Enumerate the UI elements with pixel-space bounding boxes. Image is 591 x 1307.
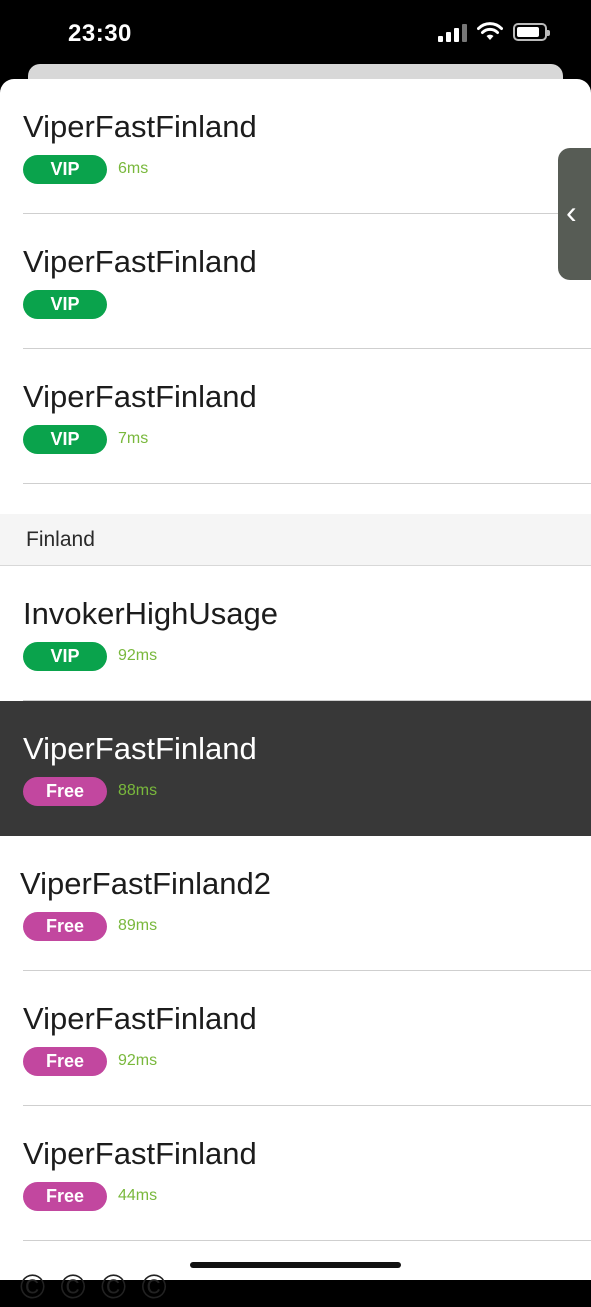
vip-badge: VIP (23, 425, 107, 454)
status-icons (438, 22, 550, 42)
status-bar: 23:30 (0, 0, 591, 72)
vip-badge: VIP (23, 642, 107, 671)
section-title: Finland (26, 528, 95, 551)
server-row[interactable]: ViperFastFinland Free 44ms (0, 1106, 591, 1241)
ping-value: 44ms (118, 1187, 158, 1204)
server-row[interactable]: ViperFastFinland VIP 6ms (0, 79, 591, 214)
server-list-sheet[interactable]: ViperFastFinland VIP 6ms ViperFastFinlan… (0, 79, 591, 1280)
ping-value: 6ms (118, 160, 149, 177)
server-name: ViperFastFinland (23, 109, 257, 144)
free-badge: Free (23, 1047, 107, 1076)
ping-value: 89ms (118, 917, 158, 934)
list-spacer (0, 484, 591, 514)
ping-value: 92ms (118, 647, 158, 664)
ping-value: 88ms (118, 782, 158, 799)
server-name: InvokerHighUsage (23, 596, 279, 631)
chevron-left-icon: ‹ (566, 194, 577, 230)
vip-badge: VIP (23, 290, 107, 319)
server-row[interactable]: ViperFastFinland VIP 7ms (0, 349, 591, 484)
free-badge: Free (23, 1182, 107, 1211)
free-badge: Free (23, 912, 107, 941)
side-drawer-handle[interactable]: ‹ (558, 148, 591, 280)
server-row[interactable]: ViperFastFinland2 Free 89ms (0, 836, 591, 971)
server-row[interactable]: InvokerHighUsage VIP 92ms (0, 566, 591, 701)
server-name: ViperFastFinland2 (20, 866, 272, 901)
status-time: 23:30 (68, 20, 132, 47)
server-name: ViperFastFinland (23, 379, 257, 414)
ping-value: 7ms (118, 430, 149, 447)
server-name: ViperFastFinland (23, 731, 257, 766)
wifi-icon (477, 22, 503, 40)
server-row-selected[interactable]: ViperFastFinland Free 88ms (0, 701, 591, 836)
ping-value: 92ms (118, 1052, 158, 1069)
battery-icon (513, 23, 550, 41)
home-indicator[interactable] (190, 1262, 401, 1268)
server-name: ViperFastFinland (23, 1136, 257, 1171)
server-row[interactable]: ViperFastFinland VIP (0, 214, 591, 349)
free-badge: Free (23, 777, 107, 806)
server-name: ViperFastFinland (23, 244, 257, 279)
section-header-finland: Finland (0, 514, 591, 566)
vip-badge: VIP (23, 155, 107, 184)
bottom-peek-text: © © © © (20, 1268, 170, 1306)
server-row[interactable]: ViperFastFinland Free 92ms (0, 971, 591, 1106)
cellular-signal-icon (438, 22, 467, 42)
server-name: ViperFastFinland (23, 1001, 257, 1036)
